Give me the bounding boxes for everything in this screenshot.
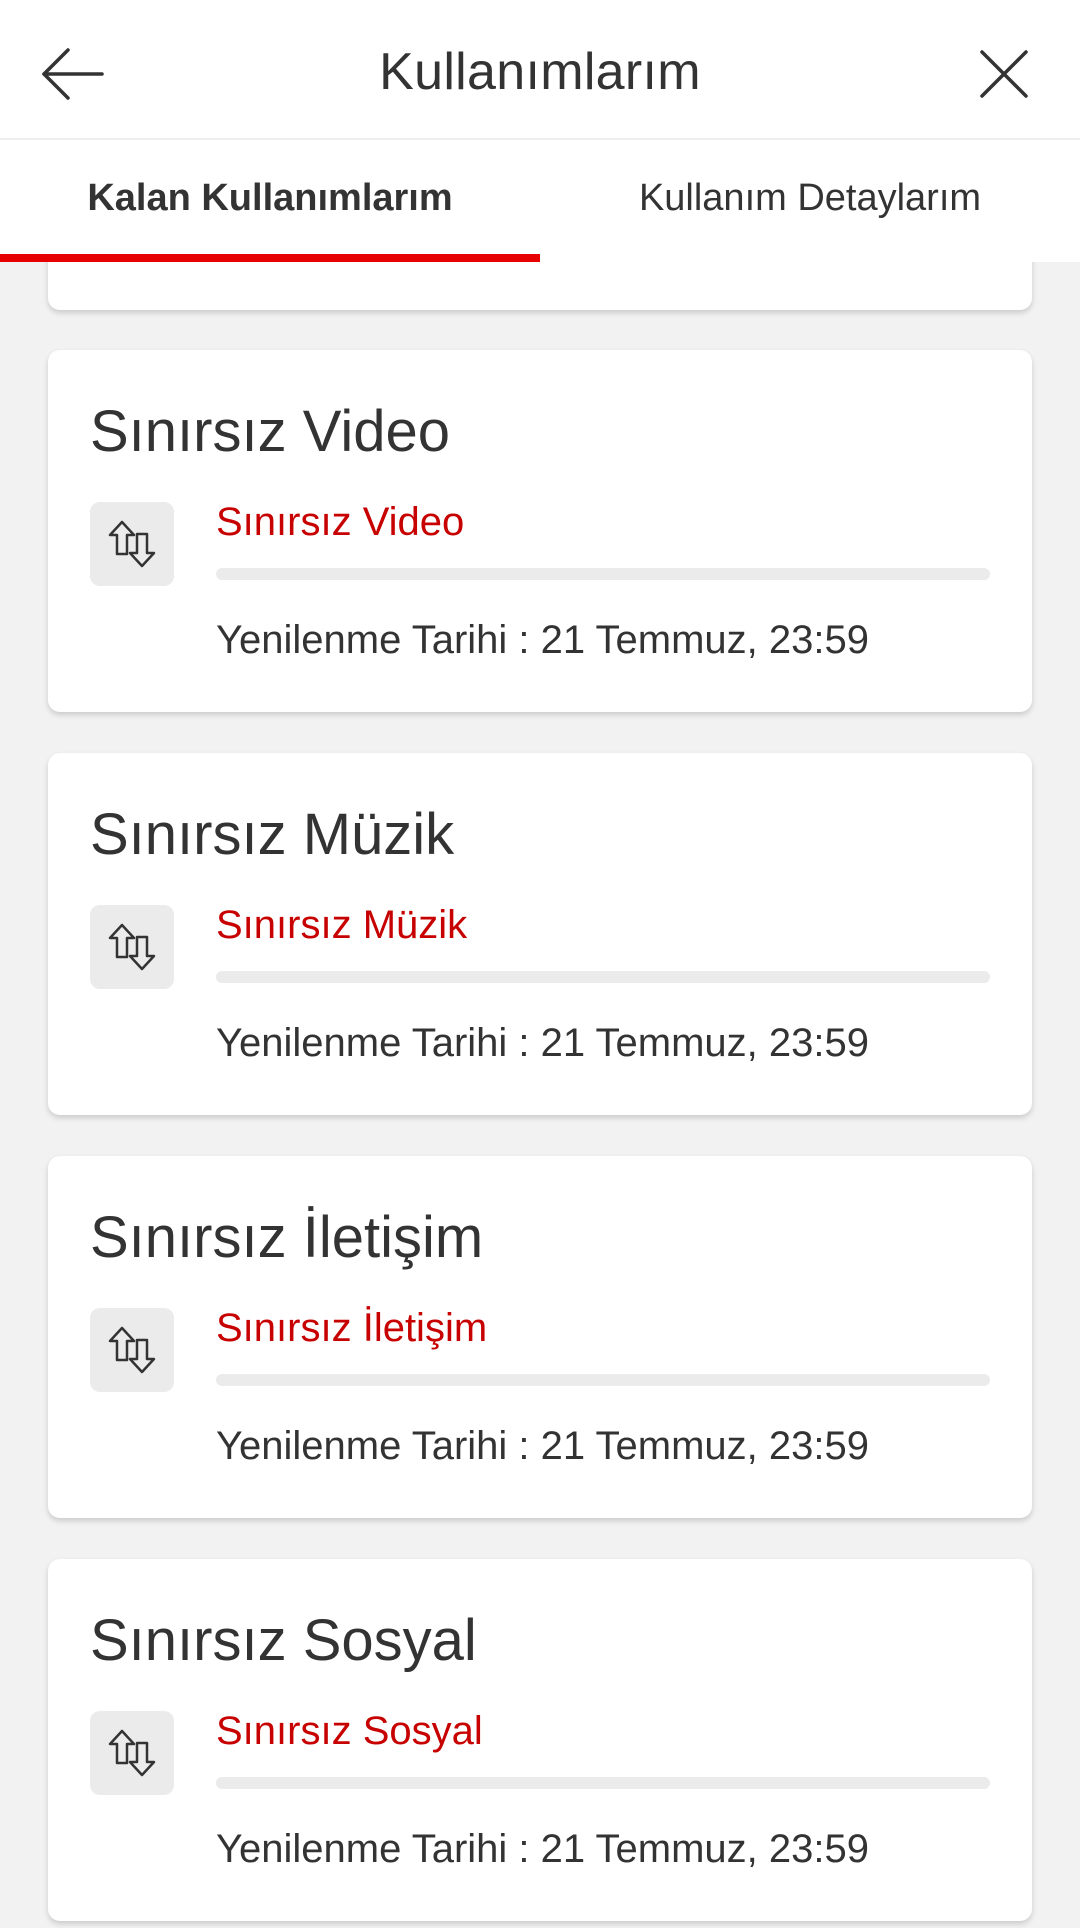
usage-name: Sınırsız Sosyal <box>216 1709 483 1753</box>
usage-icon-container <box>90 1308 174 1392</box>
tab-bar: Kalan Kullanımlarım Kullanım Detaylarım <box>0 140 1080 262</box>
usage-icon-container <box>90 502 174 586</box>
data-transfer-icon <box>108 520 156 568</box>
page-title: Kullanımlarım <box>379 43 701 101</box>
usage-card-partial <box>48 262 1032 310</box>
app-header: Kullanımlarım <box>0 0 1080 140</box>
tab-kullanim-detaylarim[interactable]: Kullanım Detaylarım <box>540 140 1080 262</box>
usage-card-title: Sınırsız Müzik <box>90 802 455 867</box>
data-transfer-icon <box>108 1326 156 1374</box>
tab-label: Kullanım Detaylarım <box>638 176 982 219</box>
usage-name: Sınırsız Müzik <box>216 903 468 947</box>
usage-icon-container <box>90 905 174 989</box>
renewal-date: Yenilenme Tarihi : 21 Temmuz, 23:59 <box>216 1424 869 1468</box>
usage-progress-bar <box>216 568 990 580</box>
usage-card: Sınırsız Video Sınırsız Video Yenilenme … <box>48 350 1032 712</box>
usage-card-title: Sınırsız Video <box>90 399 451 464</box>
data-transfer-icon <box>108 1729 156 1777</box>
usage-progress-bar <box>216 971 990 983</box>
usage-card: Sınırsız Sosyal Sınırsız Sosyal Yenilenm… <box>48 1559 1032 1921</box>
usage-name: Sınırsız İletişim <box>216 1306 488 1350</box>
renewal-date: Yenilenme Tarihi : 21 Temmuz, 23:59 <box>216 1021 869 1065</box>
usage-card-title: Sınırsız Sosyal <box>90 1608 477 1673</box>
usage-list[interactable]: Sınırsız Video Sınırsız Video Yenilenme … <box>0 262 1080 1928</box>
usage-card: Sınırsız İletişim Sınırsız İletişim Yeni… <box>48 1156 1032 1518</box>
usage-card-title: Sınırsız İletişim <box>90 1205 484 1270</box>
renewal-date: Yenilenme Tarihi : 21 Temmuz, 23:59 <box>216 618 869 662</box>
renewal-date: Yenilenme Tarihi : 21 Temmuz, 23:59 <box>216 1827 869 1871</box>
usage-progress-bar <box>216 1374 990 1386</box>
usage-card: Sınırsız Müzik Sınırsız Müzik Yenilenme … <box>48 753 1032 1115</box>
usage-icon-container <box>90 1711 174 1795</box>
close-button[interactable] <box>976 46 1032 102</box>
usage-progress-bar <box>216 1777 990 1789</box>
data-transfer-icon <box>108 923 156 971</box>
tab-kalan-kullanimlarim[interactable]: Kalan Kullanımlarım <box>0 140 540 262</box>
tab-label: Kalan Kullanımlarım <box>87 176 453 219</box>
close-icon <box>980 50 1028 98</box>
usage-name: Sınırsız Video <box>216 500 465 544</box>
